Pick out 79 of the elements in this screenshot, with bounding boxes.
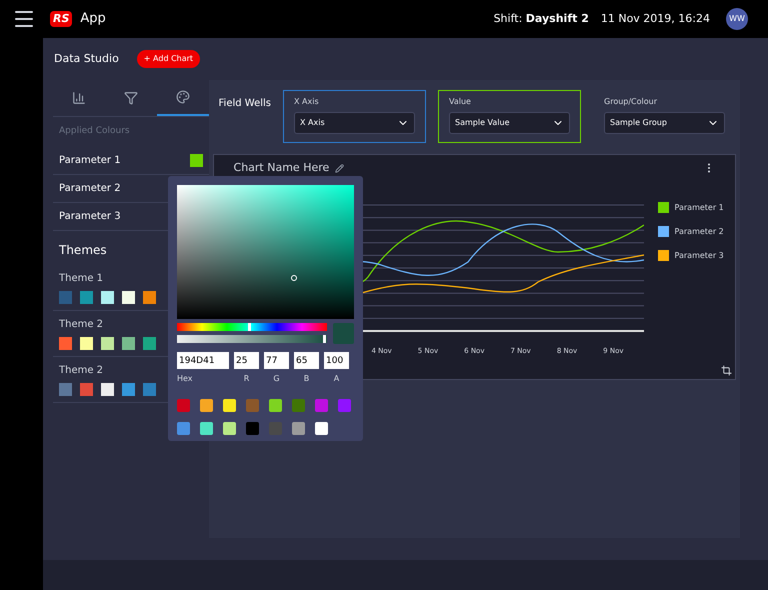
parameter-label: Parameter 1 <box>59 154 121 168</box>
legend-label: Parameter 2 <box>674 226 724 238</box>
preset-swatch[interactable] <box>315 399 328 412</box>
value-field[interactable]: 100 <box>324 352 349 369</box>
parameter-label: Parameter 2 <box>59 182 121 196</box>
color-swatch[interactable] <box>59 382 72 396</box>
color-swatch[interactable] <box>80 382 93 396</box>
parameter-row[interactable]: Parameter 1 <box>53 146 209 174</box>
color-swatch[interactable] <box>143 290 156 304</box>
preset-swatch[interactable] <box>292 399 305 412</box>
color-swatch[interactable] <box>101 336 114 350</box>
alpha-slider[interactable] <box>177 335 328 343</box>
well-label: X Axis <box>294 96 320 108</box>
dropdown[interactable]: Sample Group <box>604 112 725 134</box>
palette-icon <box>176 90 190 104</box>
preset-swatch[interactable] <box>200 422 213 435</box>
preset-swatch[interactable] <box>338 399 351 412</box>
color-swatch[interactable] <box>122 336 135 350</box>
saturation-area[interactable] <box>177 185 354 319</box>
theme-name: Theme 1 <box>59 272 104 286</box>
filter-icon <box>124 91 138 105</box>
add-chart-button[interactable]: + Add Chart <box>136 50 200 68</box>
chart-title: Chart Name Here <box>234 160 330 176</box>
page-title: Data Studio <box>54 50 119 67</box>
field-label: G <box>273 373 280 385</box>
section-heading: Themes <box>58 242 108 258</box>
preset-swatch[interactable] <box>269 399 282 412</box>
legend-label: Parameter 1 <box>674 202 724 214</box>
preset-swatch[interactable] <box>246 422 259 435</box>
slider-thumb[interactable] <box>248 323 251 331</box>
value-field[interactable]: 77 <box>264 352 289 369</box>
preset-swatch[interactable] <box>223 422 236 435</box>
app-name: App <box>80 10 106 28</box>
color-swatch[interactable] <box>143 336 156 350</box>
color-swatch[interactable] <box>122 290 135 304</box>
dropdown[interactable]: X Axis <box>294 112 415 134</box>
preset-swatch[interactable] <box>200 399 213 412</box>
color-swatch[interactable] <box>59 290 72 304</box>
preset-swatch[interactable] <box>315 422 328 435</box>
slider-thumb[interactable] <box>322 335 326 343</box>
preset-swatch[interactable] <box>292 422 305 435</box>
color-swatch[interactable] <box>59 336 72 350</box>
preset-swatch[interactable] <box>177 422 190 435</box>
legend-label: Parameter 3 <box>674 250 724 262</box>
bar-chart-icon <box>72 91 86 105</box>
logo: RS <box>50 10 72 28</box>
theme-name: Theme 2 <box>59 364 104 378</box>
color-swatch[interactable] <box>190 154 203 166</box>
well-label: Group/Colour <box>604 96 658 108</box>
preset-swatch[interactable] <box>223 399 236 412</box>
shift-info: Shift: Dayshift 2 <box>494 10 589 27</box>
color-swatch[interactable] <box>80 336 93 350</box>
color-swatch[interactable] <box>101 382 114 396</box>
color-swatch[interactable] <box>80 290 93 304</box>
theme-name: Theme 2 <box>59 318 104 332</box>
preset-swatch[interactable] <box>246 399 259 412</box>
preset-swatch[interactable] <box>177 399 190 412</box>
color-swatch[interactable] <box>143 382 156 396</box>
color-swatch[interactable] <box>122 382 135 396</box>
date-time: 11 Nov 2019, 16:24 <box>600 10 710 27</box>
section-heading: Applied Colours <box>58 125 131 138</box>
value-field[interactable]: 194D41 <box>177 352 229 369</box>
parameter-label: Parameter 3 <box>59 210 121 224</box>
dropdown[interactable]: Sample Value <box>449 112 570 134</box>
field-label: B <box>304 373 310 385</box>
field-wells-label: Field Wells <box>218 97 271 111</box>
value-field[interactable]: 25 <box>234 352 259 369</box>
field-label: A <box>334 373 340 385</box>
value-field[interactable]: 65 <box>294 352 319 369</box>
edit-icon[interactable] <box>335 164 344 173</box>
field-label: Hex <box>177 373 193 385</box>
well-label: Value <box>449 96 472 108</box>
hue-slider[interactable] <box>177 323 328 331</box>
resize-icon[interactable] <box>721 365 732 376</box>
field-label: R <box>244 373 250 385</box>
picker-cursor[interactable] <box>291 275 297 281</box>
user-avatar[interactable]: WW <box>726 8 748 30</box>
color-swatch[interactable] <box>101 290 114 304</box>
preset-swatch[interactable] <box>269 422 282 435</box>
